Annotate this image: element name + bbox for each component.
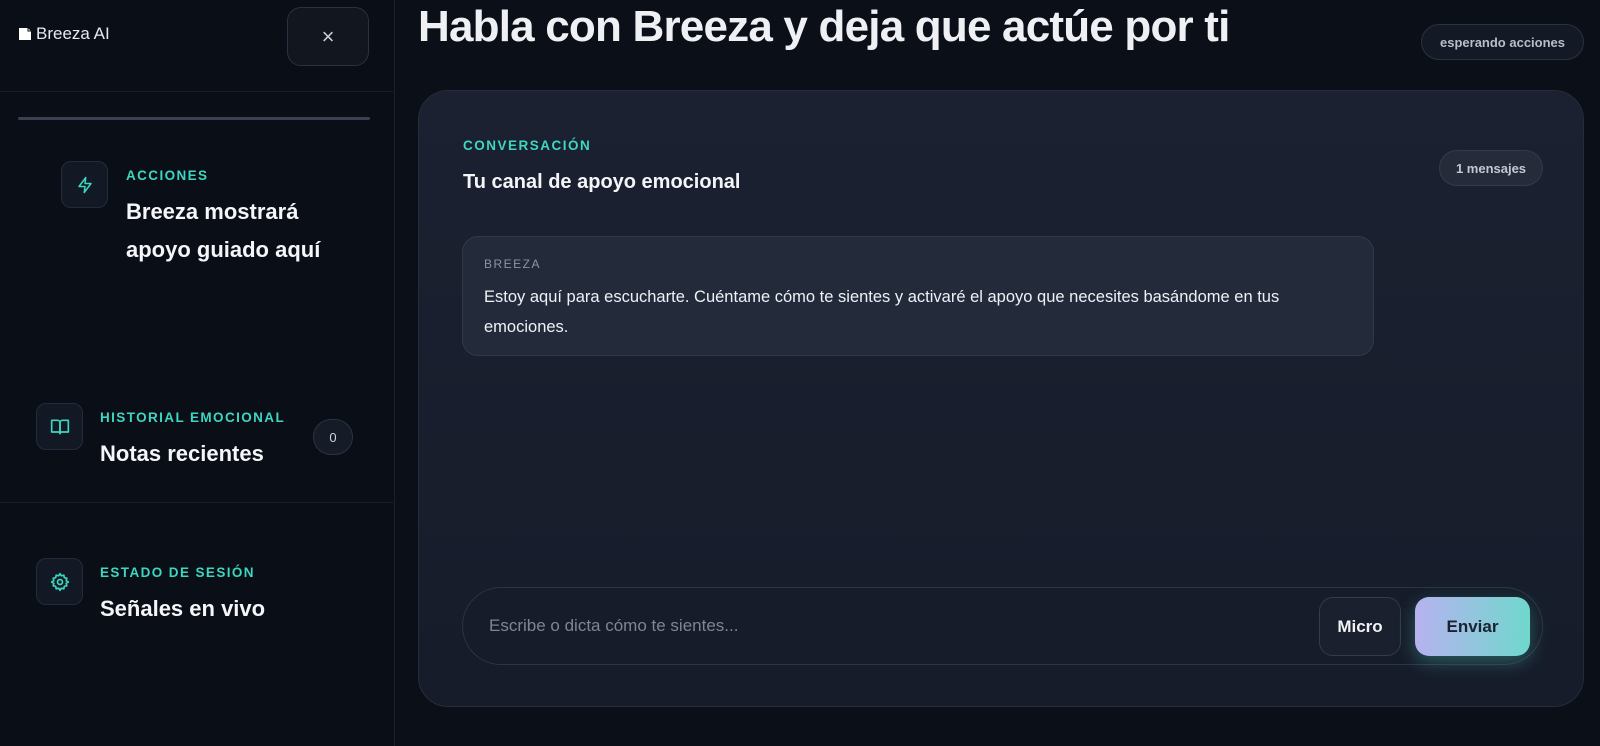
message-text: Estoy aquí para escucharte. Cuéntame cóm… xyxy=(484,288,1280,336)
close-sidebar-button[interactable]: × xyxy=(287,7,369,66)
message-author: BREEZA xyxy=(484,257,542,271)
sidebar-divider xyxy=(0,502,395,503)
conversation-card: CONVERSACIÓN Tu canal de apoyo emocional… xyxy=(418,90,1584,707)
broken-image-icon xyxy=(18,27,32,41)
app-window: Breeza AI × ACCIONES Breeza mostrará apo… xyxy=(0,0,1600,746)
sidebar-divider xyxy=(0,91,395,92)
gear-icon[interactable] xyxy=(36,558,83,605)
sidebar-title-estado: Señales en vivo xyxy=(100,596,266,621)
sidebar-kicker-acciones: ACCIONES xyxy=(126,168,209,183)
sidebar-kicker-estado: ESTADO DE SESIÓN xyxy=(100,565,255,580)
book-icon[interactable] xyxy=(36,403,83,450)
brand[interactable]: Breeza AI xyxy=(18,24,110,44)
sidebar-progress-bar xyxy=(18,117,370,120)
micro-button[interactable]: Micro xyxy=(1319,597,1401,656)
conversation-heading: Tu canal de apoyo emocional xyxy=(463,171,741,193)
sidebar-title-historial: Notas recientes xyxy=(100,441,264,466)
lightning-icon xyxy=(61,161,108,208)
notes-count-badge: 0 xyxy=(313,419,353,455)
send-button[interactable]: Enviar xyxy=(1415,597,1530,656)
page-title: Habla con Breeza y deja que actúe por ti xyxy=(418,2,1230,51)
sidebar-title-acciones: Breeza mostrará apoyo guiado aquí xyxy=(126,199,321,262)
message-count-badge: 1 mensajes xyxy=(1439,150,1543,186)
brand-name: Breeza AI xyxy=(36,24,110,43)
message-input[interactable] xyxy=(489,608,1289,644)
close-icon: × xyxy=(321,23,335,49)
message-composer: Micro Enviar xyxy=(462,587,1543,665)
message-bubble: BREEZA Estoy aquí para escucharte. Cuént… xyxy=(462,236,1374,356)
status-badge: esperando acciones xyxy=(1421,24,1584,60)
sidebar-kicker-historial: HISTORIAL EMOCIONAL xyxy=(100,410,286,425)
sidebar: Breeza AI × ACCIONES Breeza mostrará apo… xyxy=(0,0,395,746)
conversation-kicker: CONVERSACIÓN xyxy=(463,138,592,153)
